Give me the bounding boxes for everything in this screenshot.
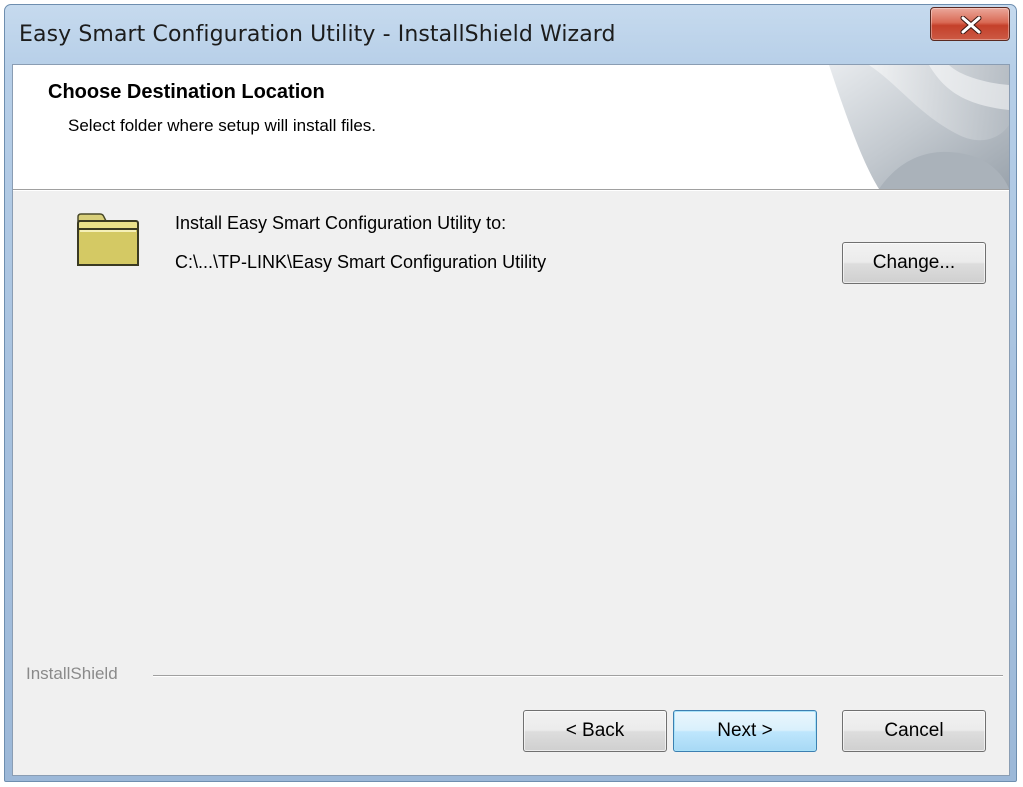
- change-button[interactable]: Change...: [842, 242, 986, 284]
- wizard-header: Choose Destination Location Select folde…: [13, 65, 1009, 189]
- cancel-button[interactable]: Cancel: [842, 710, 986, 752]
- install-path-text: C:\...\TP-LINK\Easy Smart Configuration …: [175, 252, 547, 272]
- installer-window: Easy Smart Configuration Utility - Insta…: [4, 4, 1017, 782]
- page-title: Choose Destination Location: [48, 81, 325, 103]
- installshield-brand-label: InstallShield: [26, 664, 124, 684]
- installshield-banner-graphic: [829, 65, 1009, 189]
- close-button[interactable]: [930, 7, 1010, 41]
- footer-divider: [153, 675, 1003, 677]
- header-divider: [13, 189, 1009, 191]
- page-subtitle: Select folder where setup will install f…: [68, 116, 377, 135]
- back-button[interactable]: < Back: [523, 710, 667, 752]
- next-button[interactable]: Next >: [673, 710, 817, 752]
- title-bar[interactable]: Easy Smart Configuration Utility - Insta…: [5, 5, 1016, 65]
- window-title: Easy Smart Configuration Utility - Insta…: [19, 22, 616, 47]
- close-icon: [960, 16, 982, 34]
- dialog-body: Choose Destination Location Select folde…: [12, 64, 1010, 776]
- folder-icon: [77, 213, 139, 266]
- install-destination-label: Install Easy Smart Configuration Utility…: [175, 213, 507, 233]
